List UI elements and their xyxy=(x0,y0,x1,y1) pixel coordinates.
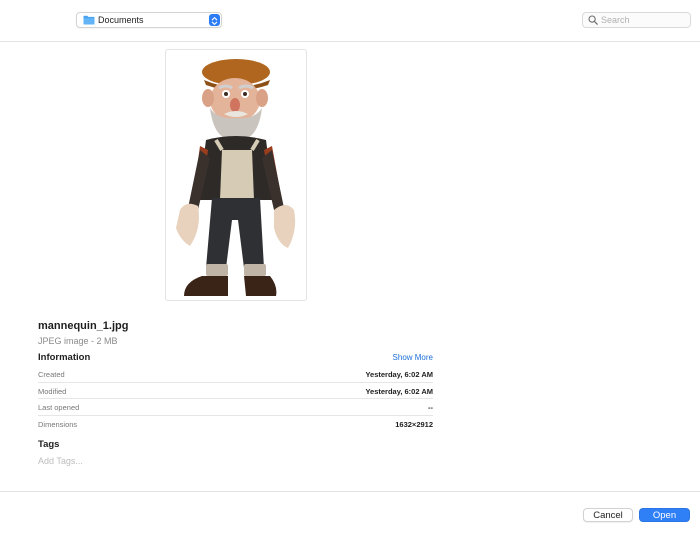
add-tags-field[interactable] xyxy=(38,455,238,467)
info-key: Last opened xyxy=(38,403,80,412)
info-value: -- xyxy=(428,403,433,412)
info-key: Modified xyxy=(38,386,67,396)
dialog-footer: Cancel Open xyxy=(0,491,700,534)
location-label: Documents xyxy=(98,15,144,25)
cancel-button[interactable]: Cancel xyxy=(583,508,633,522)
chevron-up-down-icon xyxy=(209,14,220,26)
toolbar: Documents xyxy=(0,0,700,42)
information-table: Created Yesterday, 6:02 AM Modified Yest… xyxy=(38,366,433,431)
open-button[interactable]: Open xyxy=(639,508,690,522)
info-key: Dimensions xyxy=(38,419,78,429)
file-kind: JPEG image - 2 MB xyxy=(38,336,118,346)
image-preview xyxy=(165,49,307,301)
info-key: Created xyxy=(38,370,65,379)
info-row-last-opened: Last opened -- xyxy=(38,399,433,416)
info-value: Yesterday, 6:02 AM xyxy=(365,370,433,379)
file-name: mannequin_1.jpg xyxy=(38,320,129,332)
search-icon xyxy=(588,15,598,25)
tags-heading: Tags xyxy=(38,439,60,450)
folder-icon xyxy=(83,15,95,25)
info-row-dimensions: Dimensions 1632×2912 xyxy=(38,416,433,432)
info-value: 1632×2912 xyxy=(395,419,433,429)
location-popup-button[interactable]: Documents xyxy=(76,12,222,28)
information-heading: Information xyxy=(38,352,91,363)
info-value: Yesterday, 6:02 AM xyxy=(365,386,433,396)
show-more-link[interactable]: Show More xyxy=(393,353,433,362)
info-row-modified: Modified Yesterday, 6:02 AM xyxy=(38,383,433,399)
mannequin-figure-image xyxy=(176,59,296,296)
search-input[interactable] xyxy=(601,13,687,27)
search-field[interactable] xyxy=(582,12,691,28)
info-row-created: Created Yesterday, 6:02 AM xyxy=(38,366,433,383)
